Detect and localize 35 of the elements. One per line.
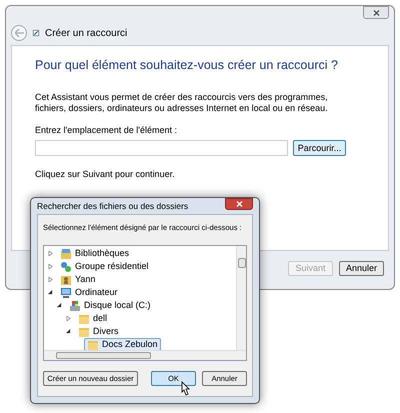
computer-icon: [60, 286, 72, 299]
browse-button[interactable]: Parcourir...: [293, 140, 346, 156]
tree-item[interactable]: Divers: [75, 325, 122, 338]
library-icon: [60, 248, 72, 260]
page-heading: Pour quel élément souhaitez-vous créer un raccourci ?: [35, 57, 339, 74]
folder-icon: [78, 312, 90, 325]
location-label: Entrez l'emplacement de l'élément :: [35, 124, 178, 137]
close-button[interactable]: [363, 6, 389, 19]
tree-item[interactable]: Disque local (C:): [66, 299, 154, 312]
hint-text: Cliquez sur Suivant pour continuer.: [35, 168, 176, 182]
vertical-scrollbar[interactable]: [236, 246, 246, 350]
description-text: Cet Assistant vous permet de créer des raccourcis vers des programmes, fichiers, dossiers, ordinateurs ou adresses Internet en local ou en réseau.: [35, 92, 329, 114]
tree-item[interactable]: Yann: [57, 273, 98, 286]
close-button[interactable]: [225, 198, 253, 210]
close-icon: [372, 10, 380, 16]
network-icon: [60, 260, 72, 273]
cancel-button[interactable]: Annuler: [339, 261, 384, 276]
tree-item[interactable]: Bibliothèques: [57, 247, 132, 260]
location-field[interactable]: [35, 140, 288, 156]
folder-icon: [87, 338, 99, 350]
tree-item[interactable]: Groupe résidentiel: [57, 260, 152, 274]
back-button[interactable]: [11, 25, 27, 41]
back-arrow-icon: [14, 29, 24, 37]
close-icon: [236, 201, 242, 207]
user-folder-icon: [60, 274, 72, 286]
window-title: Créer un raccourci: [45, 26, 128, 40]
shortcut-icon: [33, 30, 39, 36]
folder-icon: [78, 326, 90, 338]
dialog-title: Rechercher des fichiers ou des dossiers: [37, 200, 188, 212]
tree-item[interactable]: dell: [75, 312, 110, 326]
tree-item[interactable]: Docs Zebulon: [84, 338, 161, 350]
tree-item[interactable]: Ordinateur: [57, 286, 121, 300]
drive-icon: [69, 300, 81, 312]
horizontal-scrollbar[interactable]: [44, 350, 246, 360]
mouse-cursor-icon: [179, 381, 190, 396]
